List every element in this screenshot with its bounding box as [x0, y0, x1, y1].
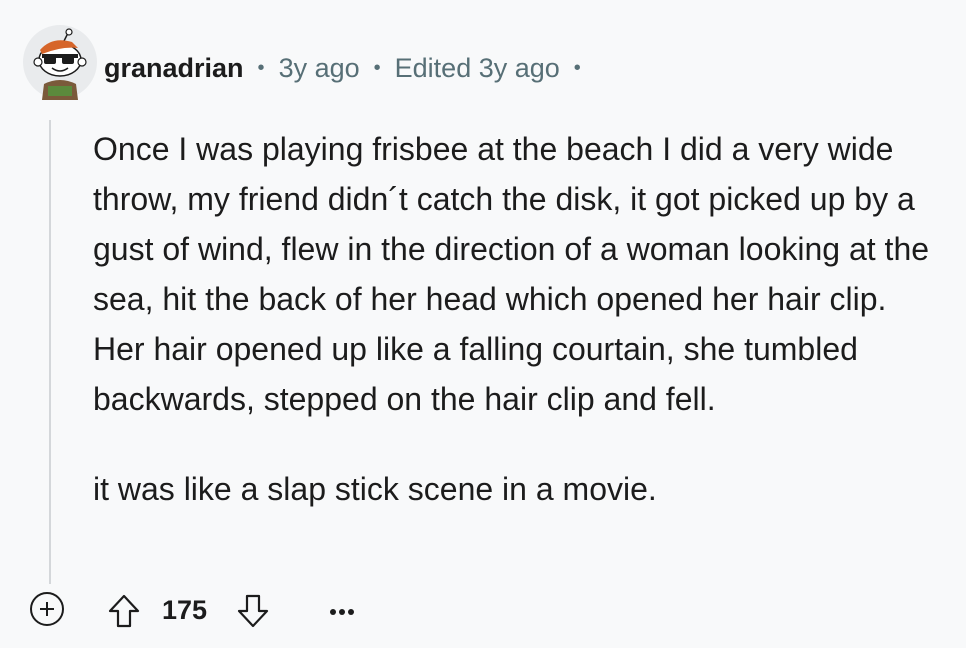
more-options-button[interactable] [326, 596, 358, 628]
meta-separator: • [573, 56, 581, 79]
comment-meta: granadrian • 3y ago • Edited 3y ago • [104, 50, 595, 86]
comment-paragraph: it was like a slap stick scene in a movi… [93, 471, 657, 507]
arrow-up-icon [108, 594, 140, 628]
snoo-avatar-icon [23, 25, 97, 100]
plus-icon [40, 602, 54, 616]
comment-body: Once I was playing frisbee at the beach … [93, 124, 943, 514]
meta-separator: • [257, 56, 265, 79]
downvote-button[interactable] [233, 591, 273, 631]
user-avatar[interactable] [22, 24, 98, 100]
edited-label: Edited 3y ago [394, 52, 560, 83]
comment-age[interactable]: 3y ago [279, 53, 360, 84]
arrow-down-icon [237, 594, 269, 628]
upvote-button[interactable] [104, 591, 144, 631]
username-link[interactable]: granadrian [104, 53, 244, 84]
meta-separator: • [373, 56, 381, 79]
comment-paragraph: Once I was playing frisbee at the beach … [93, 131, 930, 417]
overflow-dots-icon [330, 609, 354, 615]
thread-line[interactable] [49, 120, 51, 584]
expand-thread-button[interactable] [30, 592, 64, 626]
vote-score: 175 [162, 595, 208, 625]
